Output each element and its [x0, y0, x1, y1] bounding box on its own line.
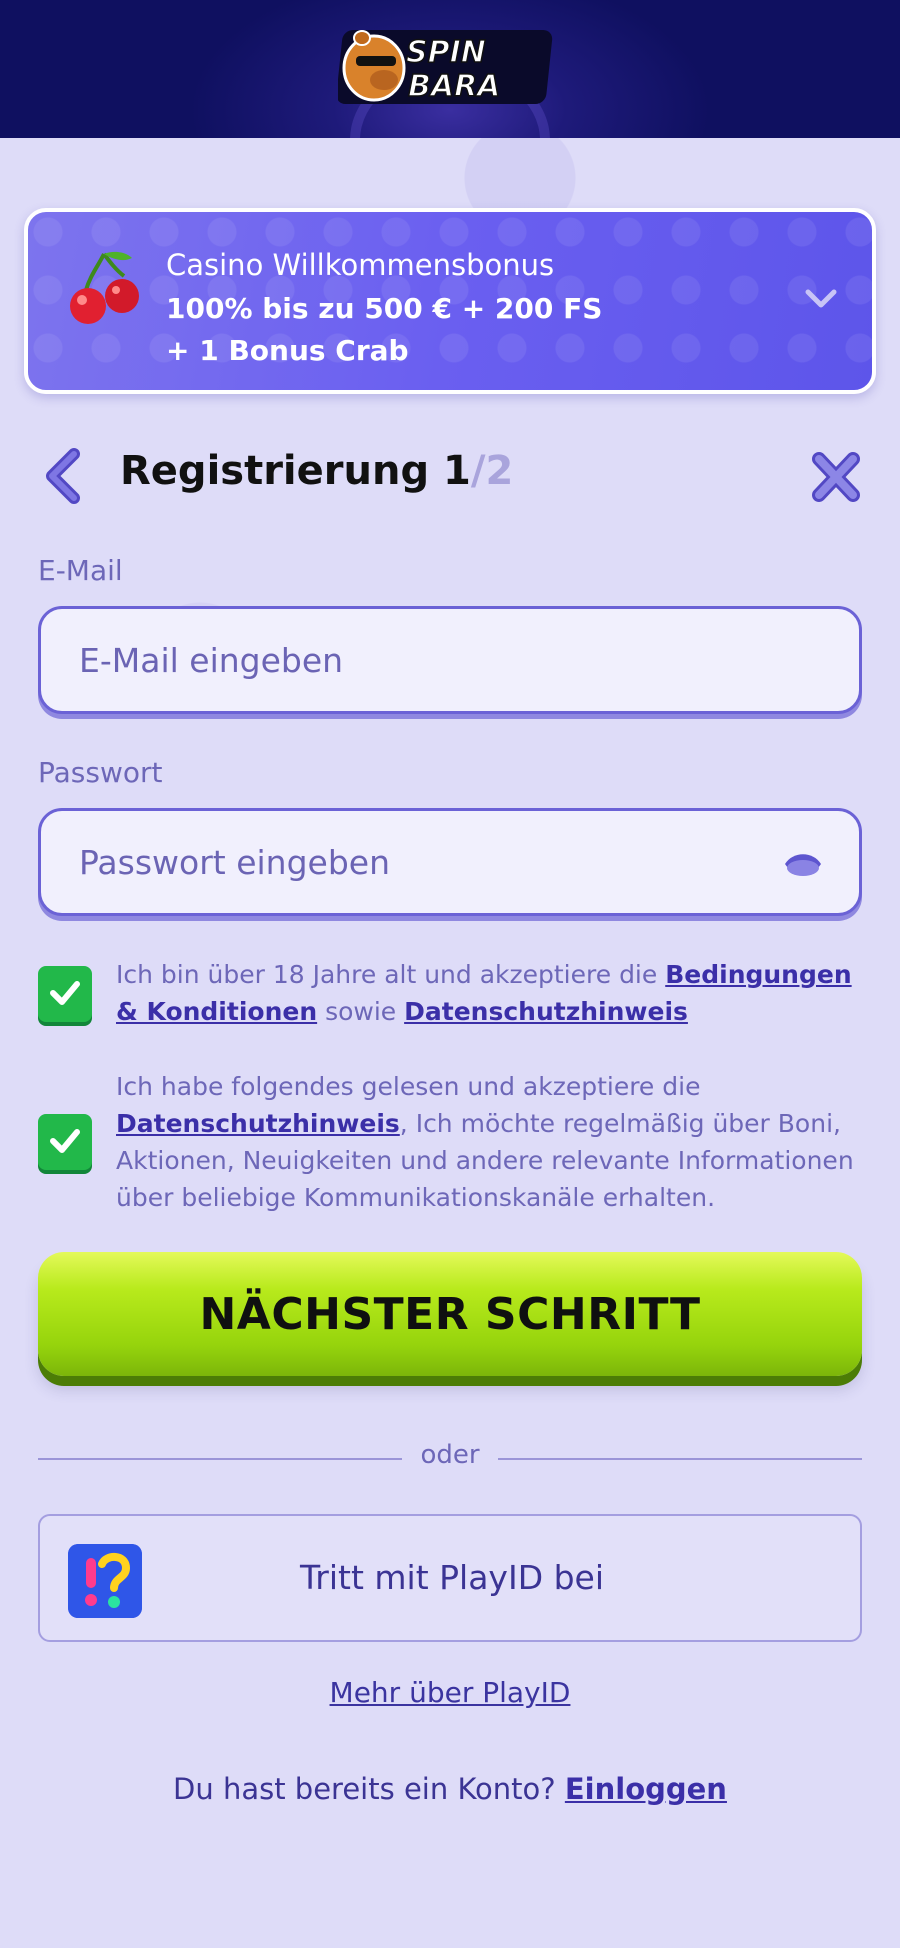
- bonus-offer: 100% bis zu 500 € + 200 FS: [166, 292, 603, 325]
- close-icon[interactable]: [810, 450, 862, 504]
- spinbara-logo[interactable]: SPIN BARA: [338, 22, 560, 106]
- registration-step: Registrierung 1: [120, 448, 471, 494]
- back-arrow-icon[interactable]: [44, 448, 82, 504]
- bonus-extra: + 1 Bonus Crab: [166, 334, 409, 367]
- logo-text-bara: BARA: [408, 69, 500, 104]
- header: SPIN BARA: [0, 0, 900, 138]
- checkmark-icon: [50, 981, 80, 1005]
- marketing-consent-text: Ich habe folgendes gelesen und akzeptier…: [116, 1072, 854, 1212]
- next-step-label: NÄCHSTER SCHRITT: [199, 1288, 701, 1340]
- password-label: Passwort: [38, 756, 163, 789]
- divider-text: oder: [420, 1440, 480, 1470]
- login-link[interactable]: Einloggen: [565, 1772, 727, 1806]
- cherry-icon: [70, 251, 139, 324]
- age-terms-checkbox[interactable]: [38, 966, 92, 1022]
- marketing-consent-checkbox[interactable]: [38, 1114, 92, 1170]
- email-placeholder: E-Mail eingeben: [79, 640, 344, 680]
- registration-step-total: /2: [470, 448, 514, 494]
- eye-icon[interactable]: [783, 849, 823, 879]
- email-label: E-Mail: [38, 554, 123, 587]
- welcome-bonus-banner[interactable]: Casino Willkommensbonus 100% bis zu 500 …: [24, 208, 876, 394]
- password-field[interactable]: Passwort eingeben: [38, 808, 862, 916]
- bonus-title: Casino Willkommensbonus: [166, 248, 555, 282]
- next-step-button[interactable]: NÄCHSTER SCHRITT: [38, 1252, 862, 1376]
- password-placeholder: Passwort eingeben: [79, 842, 391, 882]
- registration-title: Registrierung 1/2: [120, 448, 513, 494]
- login-prompt: Du hast bereits ein Konto? Einloggen: [173, 1772, 727, 1806]
- privacy-link[interactable]: Datenschutzhinweis: [404, 997, 688, 1026]
- more-about-playid-link[interactable]: Mehr über PlayID: [0, 1676, 900, 1709]
- checkmark-icon: [50, 1129, 80, 1153]
- email-field[interactable]: E-Mail eingeben: [38, 606, 862, 714]
- chevron-down-icon[interactable]: [804, 288, 838, 310]
- playid-button[interactable]: Tritt mit PlayID bei: [38, 1514, 862, 1642]
- age-terms-text: Ich bin über 18 Jahre alt und akzeptiere…: [116, 960, 852, 1026]
- logo-text-spin: SPIN: [406, 35, 486, 70]
- playid-button-label: Tritt mit PlayID bei: [299, 1558, 605, 1597]
- privacy-link-2[interactable]: Datenschutzhinweis: [116, 1109, 400, 1138]
